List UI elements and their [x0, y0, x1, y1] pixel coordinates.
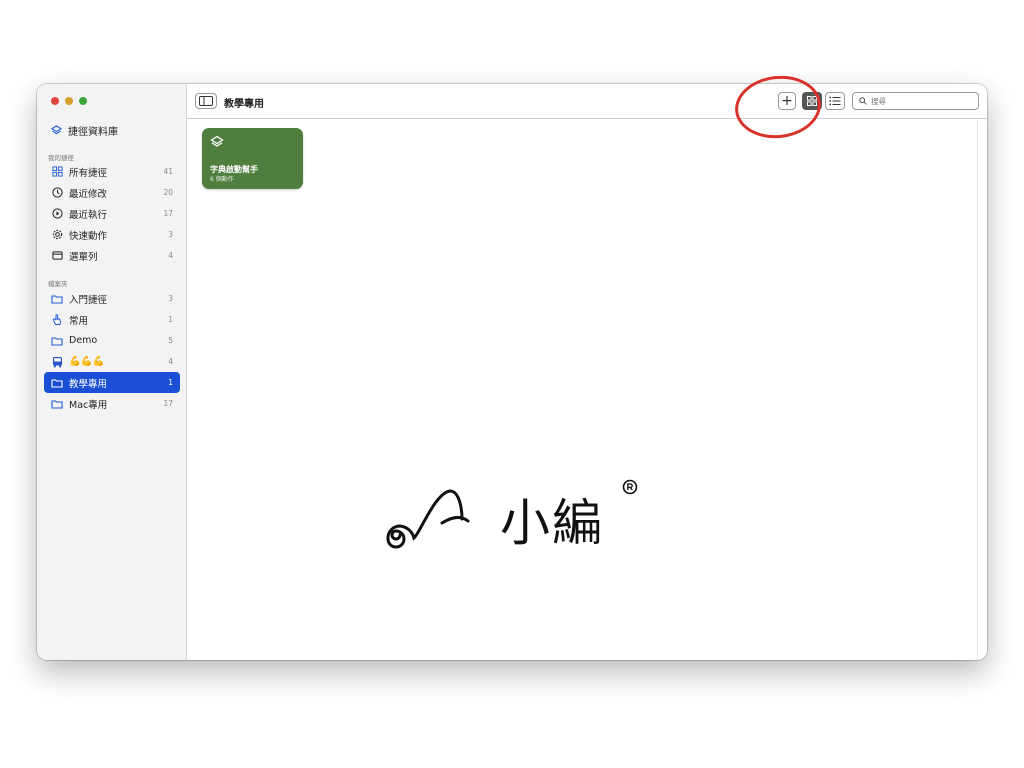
search-icon — [859, 97, 867, 105]
sidebar-item-folder-mac[interactable]: Mac專用 17 — [44, 393, 180, 414]
sidebar-item-quick-actions[interactable]: 快速動作 3 — [44, 224, 180, 245]
folder-icon — [51, 293, 63, 305]
sidebar-item-folder-intro[interactable]: 入門捷徑 3 — [44, 288, 180, 309]
bus-icon — [51, 356, 63, 368]
registered-mark-icon — [622, 479, 638, 495]
sidebar-toggle-button[interactable] — [195, 93, 217, 109]
list-icon — [829, 96, 841, 106]
shortcuts-layers-icon — [210, 135, 224, 147]
shortcut-action-count: 6 個動作 — [210, 176, 234, 183]
item-count: 4 — [168, 357, 173, 366]
toolbar: 教學專用 + — [187, 84, 987, 119]
close-button[interactable] — [51, 97, 59, 105]
play-circle-icon — [51, 208, 63, 220]
window-controls — [51, 97, 87, 105]
folders-list: 入門捷徑 3 常用 1 Demo 5 💪💪💪 4 教學專用 1 Mac專用 17 — [44, 288, 180, 414]
sidebar-item-folder-frequent[interactable]: 常用 1 — [44, 309, 180, 330]
search-input[interactable] — [871, 96, 971, 106]
watermark-text: 小編 — [500, 494, 604, 552]
sidebar-item-label: 最近修改 — [69, 188, 108, 200]
sidebar-item-recently-run[interactable]: 最近執行 17 — [44, 203, 180, 224]
sidebar-item-menu-bar[interactable]: 選單列 4 — [44, 245, 180, 266]
search-field[interactable] — [852, 92, 979, 110]
clock-icon — [51, 187, 63, 199]
sidebar-item-label: Mac專用 — [69, 399, 108, 411]
sidebar-item-label: 入門捷徑 — [69, 294, 108, 306]
sidebar-item-label: 常用 — [69, 315, 89, 327]
item-count: 20 — [163, 188, 173, 197]
sidebar-item-label: Demo — [69, 335, 98, 346]
watermark-logo: 小編 — [380, 475, 650, 555]
sidebar-icon — [199, 96, 213, 106]
item-count: 1 — [168, 315, 173, 324]
grid-icon — [51, 166, 63, 178]
item-count: 3 — [168, 230, 173, 239]
shortcuts-grid: 字典啟動幫手 6 個動作 — [187, 120, 987, 660]
item-count: 1 — [168, 378, 173, 387]
zoom-button[interactable] — [79, 97, 87, 105]
sidebar-item-library[interactable]: 捷徑資料庫 — [51, 123, 118, 138]
sidebar: 捷徑資料庫 我的捷徑 所有捷徑 41 最近修改 20 最近執行 17 快速動作 … — [37, 84, 187, 660]
folder-icon — [51, 335, 63, 347]
item-count: 3 — [168, 294, 173, 303]
sidebar-item-recently-modified[interactable]: 最近修改 20 — [44, 182, 180, 203]
folder-icon — [51, 377, 63, 389]
sidebar-item-label: 快速動作 — [69, 230, 108, 242]
sidebar-item-folder-muscle[interactable]: 💪💪💪 4 — [44, 351, 180, 372]
item-count: 5 — [168, 336, 173, 345]
item-count: 41 — [163, 167, 173, 176]
hand-pointer-icon — [51, 313, 63, 326]
shortcuts-layers-icon — [51, 125, 62, 135]
shortcuts-window: 捷徑資料庫 我的捷徑 所有捷徑 41 最近修改 20 最近執行 17 快速動作 … — [37, 84, 987, 660]
sidebar-item-label: 捷徑資料庫 — [68, 127, 118, 138]
minimize-button[interactable] — [65, 97, 73, 105]
list-view-button[interactable] — [825, 92, 845, 110]
sidebar-item-label: 💪💪💪 — [69, 356, 105, 367]
sidebar-item-label: 所有捷徑 — [69, 167, 108, 179]
section-label-folders: 檔案夾 — [48, 280, 68, 288]
shortcut-card[interactable]: 字典啟動幫手 6 個動作 — [202, 128, 303, 189]
sidebar-item-folder-demo[interactable]: Demo 5 — [44, 330, 180, 351]
item-count: 17 — [163, 209, 173, 218]
sidebar-item-all-shortcuts[interactable]: 所有捷徑 41 — [44, 161, 180, 182]
my-shortcuts-list: 所有捷徑 41 最近修改 20 最近執行 17 快速動作 3 選單列 4 — [44, 161, 180, 266]
menubar-icon — [51, 250, 63, 262]
sidebar-item-label: 最近執行 — [69, 209, 108, 221]
page-title: 教學專用 — [224, 99, 264, 110]
item-count: 17 — [163, 399, 173, 408]
scrollbar-track[interactable] — [977, 120, 978, 660]
folder-icon — [51, 398, 63, 410]
main-area: 教學專用 + 字典啟動幫手 6 個動作 — [187, 84, 987, 660]
swirl-logo-icon — [386, 489, 470, 549]
sidebar-item-label: 選單列 — [69, 251, 98, 263]
gear-icon — [51, 229, 63, 241]
item-count: 4 — [168, 251, 173, 260]
sidebar-item-label: 教學專用 — [69, 378, 108, 390]
sidebar-item-folder-teaching[interactable]: 教學專用 1 — [44, 372, 180, 393]
